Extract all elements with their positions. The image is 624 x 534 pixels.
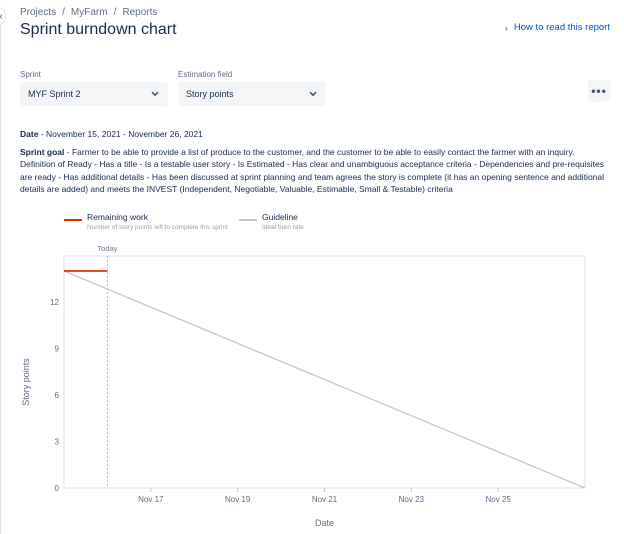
how-to-read-label: How to read this report [513,22,610,33]
chevron-right-icon: › [504,22,508,33]
y-tick-label: 12 [50,298,59,307]
more-icon: ••• [591,84,607,98]
legend-swatch-remaining [64,219,82,221]
chevron-down-icon [308,89,318,99]
sprint-dates: Date - November 15, 2021 - November 26, … [20,129,203,139]
estimation-field-value: Story points [186,89,234,99]
x-tick-label: Nov 25 [485,495,511,504]
date-value: - November 15, 2021 - November 26, 2021 [38,129,203,139]
sprint-goal-label: Sprint goal [20,147,65,157]
how-to-read-link[interactable]: › How to read this report [505,22,610,33]
sprint-goal: Sprint goal - Farmer to be able to provi… [20,146,612,196]
breadcrumb-reports[interactable]: Reports [122,7,157,18]
sprint-goal-text: - Farmer to be able to provide a list of… [20,147,605,195]
x-tick-label: Nov 17 [138,495,164,504]
y-tick-label: 0 [55,484,60,493]
sprint-label: Sprint [20,70,41,79]
x-axis-label: Date [315,518,334,528]
breadcrumb-separator: / [113,7,117,18]
y-tick-label: 6 [55,391,60,400]
today-label: Today [97,244,117,253]
page-title: Sprint burndown chart [20,21,177,38]
plot-frame [63,255,586,489]
chevron-down-icon [150,89,160,99]
estimation-field-select[interactable]: Story points [178,82,326,106]
date-label: Date [20,129,39,139]
legend-remaining-subtitle: Number of story points left to complete … [87,224,228,231]
breadcrumb-myfarm[interactable]: MyFarm [71,7,108,18]
y-axis-label: Story points [21,358,31,406]
y-tick-label: 9 [55,345,60,354]
chevron-left-icon: ‹ [0,11,3,22]
breadcrumb-separator: / [62,7,65,18]
breadcrumb-projects[interactable]: Projects [20,7,56,18]
estimation-field-label: Estimation field [178,70,233,79]
more-actions-button[interactable]: ••• [588,80,610,102]
x-tick-label: Nov 19 [225,495,251,504]
x-tick-label: Nov 21 [312,495,338,504]
breadcrumb: Projects / MyFarm / Reports [20,7,157,18]
sprint-select-value: MYF Sprint 2 [28,89,81,99]
legend-swatch-guideline [239,219,257,221]
sprint-select[interactable]: MYF Sprint 2 [20,82,168,106]
legend-guideline-title: Guideline [262,212,298,222]
burndown-report-page: ‹ Projects / MyFarm / Reports Sprint bur… [0,0,624,534]
x-tick-label: Nov 23 [399,495,425,504]
collapse-sidebar-button[interactable]: ‹ [0,6,6,26]
guideline-series-line [63,270,586,489]
legend-remaining-title: Remaining work [87,212,148,222]
legend-guideline-subtitle: Ideal burn rate [262,224,304,231]
burndown-chart: 0 3 6 9 12 Nov 17 Nov 19 Nov 21 Nov 23 Nov 25 Toda… [21,244,586,528]
y-tick-label: 3 [55,438,60,447]
